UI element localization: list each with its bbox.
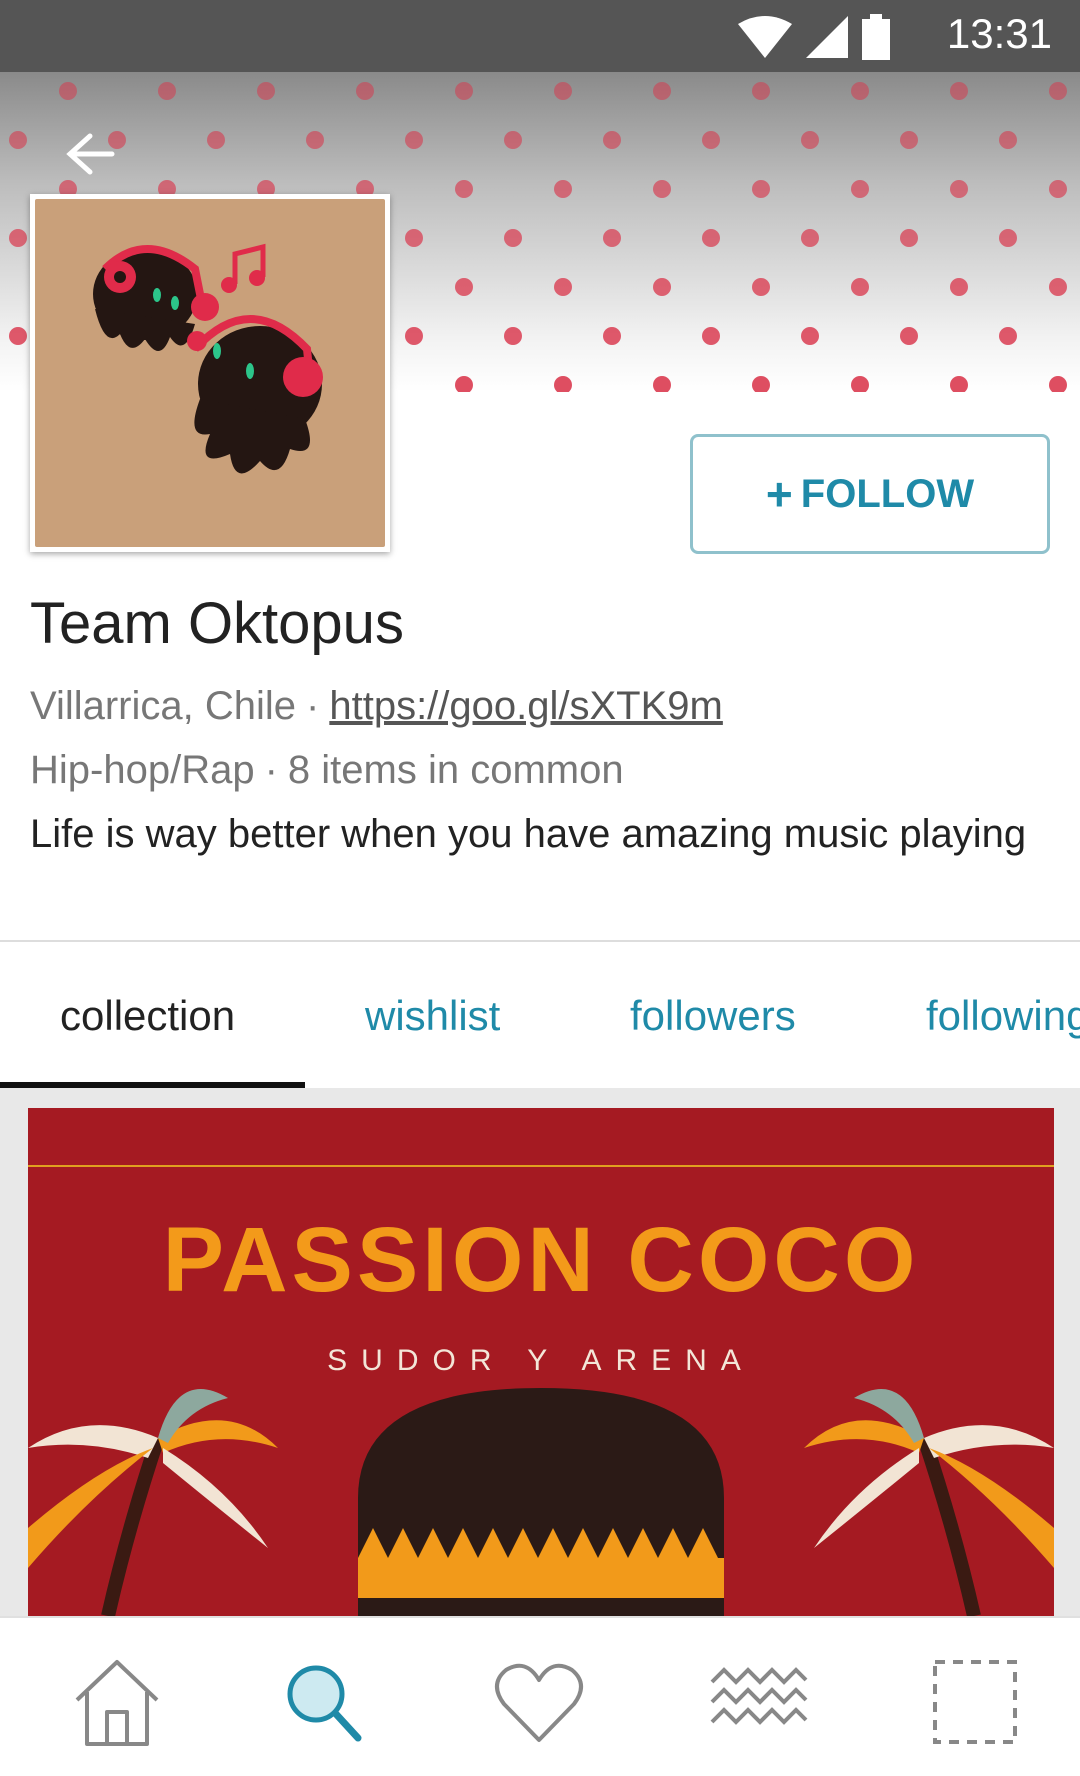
pattern-dot [702,229,720,247]
pattern-dot [603,327,621,345]
pattern-dot [752,82,770,100]
separator: · [306,684,320,728]
bottom-navigation [0,1616,1080,1776]
tab-followers[interactable]: followers [630,992,796,1040]
pattern-dot [653,180,671,198]
pattern-dot [455,376,473,392]
pattern-dot [603,131,621,149]
avatar-image [35,199,385,547]
pattern-dot [900,131,918,149]
pattern-dot [950,180,968,198]
profile-avatar [30,194,390,552]
pattern-dot [653,278,671,296]
octopus-illustration [93,243,323,474]
pattern-dot [752,376,770,392]
profile-tabs: collection wishlist followers following [0,942,1080,1088]
pattern-dot [405,229,423,247]
pattern-dot [950,278,968,296]
pattern-dot [1049,376,1067,392]
plus-icon: + [765,468,793,520]
pattern-dot [1049,180,1067,198]
album-card[interactable]: PASSION COCO SUDOR Y ARENA [28,1108,1054,1616]
pattern-dot [752,278,770,296]
pattern-dot [455,82,473,100]
home-icon[interactable] [62,1652,172,1752]
pattern-dot [356,82,374,100]
pattern-dot [504,327,522,345]
arrow-left-icon[interactable] [50,118,120,188]
tab-wishlist[interactable]: wishlist [365,992,500,1040]
pattern-dot [504,131,522,149]
status-icons [738,14,890,60]
pattern-dot [405,131,423,149]
pattern-dot [851,376,869,392]
wifi-icon [738,16,792,58]
pattern-dot [950,376,968,392]
pattern-dot [999,229,1017,247]
status-time: 13:31 [946,10,1052,57]
feed-icon[interactable] [704,1652,814,1752]
pattern-dot [851,278,869,296]
pattern-dot [554,82,572,100]
pattern-dot [504,229,522,247]
pattern-dot [653,376,671,392]
pattern-dot [900,327,918,345]
pattern-dot [999,131,1017,149]
album-title: PASSION COCO [162,1209,920,1311]
pattern-dot [59,82,77,100]
pattern-dot [851,180,869,198]
profile-genre-line: Hip-hop/Rap · 8 items in common [30,748,624,793]
status-bar: 13:31 [0,0,1080,72]
pattern-dot [1049,278,1067,296]
heart-icon[interactable] [484,1652,594,1752]
pattern-dot [999,327,1017,345]
pattern-dot [653,82,671,100]
pattern-dot [900,229,918,247]
tab-following[interactable]: following [926,992,1080,1040]
pattern-dot [9,327,27,345]
separator: · [264,748,278,792]
pattern-dot [1049,82,1067,100]
follow-label: FOLLOW [800,471,975,516]
pattern-dot [752,180,770,198]
follow-button[interactable]: + FOLLOW [690,434,1050,554]
search-icon[interactable] [268,1652,378,1752]
pattern-dot [207,131,225,149]
pattern-dot [801,131,819,149]
pattern-dot [554,278,572,296]
pattern-dot [158,82,176,100]
profile-link[interactable]: https://goo.gl/sXTK9m [329,684,723,728]
profile-bio: Life is way better when you have amazing… [30,812,1027,856]
pattern-dot [851,82,869,100]
album-subtitle: SUDOR Y ARENA [327,1344,755,1377]
items-in-common[interactable]: 8 items in common [288,748,624,792]
pattern-dot [455,180,473,198]
pattern-dot [9,131,27,149]
pattern-dot [702,131,720,149]
pattern-dot [702,327,720,345]
pattern-dot [554,376,572,392]
pattern-dot [9,229,27,247]
collection-grid: PASSION COCO SUDOR Y ARENA [0,1088,1080,1616]
pattern-dot [257,82,275,100]
pattern-dot [405,327,423,345]
pattern-dot [306,131,324,149]
profile-genre: Hip-hop/Rap [30,748,255,792]
tab-collection[interactable]: collection [60,992,235,1040]
placeholder-square-icon[interactable] [920,1652,1030,1752]
profile-name: Team Oktopus [30,591,404,656]
pattern-dot [950,82,968,100]
signal-icon [806,16,848,58]
pattern-dot [801,327,819,345]
pattern-dot [603,229,621,247]
pattern-dot [801,229,819,247]
pattern-dot [554,180,572,198]
battery-icon [862,14,890,60]
pattern-dot [455,278,473,296]
profile-meta: Villarrica, Chile · https://goo.gl/sXTK9m [30,684,723,729]
profile-location: Villarrica, Chile [30,684,297,728]
